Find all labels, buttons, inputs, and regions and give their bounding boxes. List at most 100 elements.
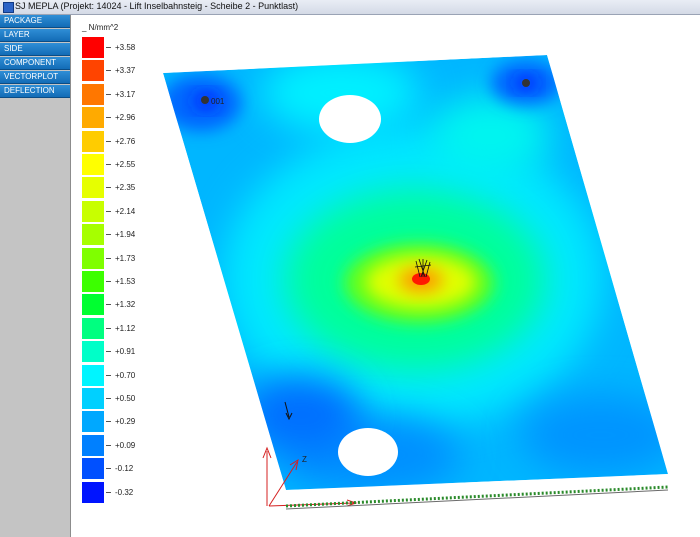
- legend-color-swatch: [82, 60, 104, 82]
- legend-tick: [106, 351, 111, 353]
- legend-color-swatch: [82, 388, 104, 409]
- legend-color-swatch: [82, 271, 104, 292]
- legend-value: +0.09: [115, 440, 136, 450]
- legend-value: +3.17: [115, 89, 136, 99]
- legend-color-swatch: [82, 107, 104, 129]
- legend-tick: [106, 421, 111, 423]
- legend-color-swatch: [82, 411, 104, 433]
- legend-value: +0.91: [115, 347, 136, 357]
- axis-label-z: Z: [302, 455, 307, 464]
- legend-tick: [106, 117, 111, 119]
- menu-package-button[interactable]: PACKAGE: [0, 15, 70, 28]
- legend-color-swatch: [82, 317, 104, 339]
- legend-tick: [106, 444, 111, 446]
- legend-value: +2.76: [115, 136, 136, 146]
- menu-vectorplot-button[interactable]: VECTORPLOT: [0, 71, 70, 84]
- legend-tick: [106, 47, 111, 48]
- plot-viewport[interactable]: 001 Z _ N/mm^2 +3.58 +3.37 +3.17 +2.96 +2.76…: [71, 15, 700, 537]
- legend-tick: [106, 257, 111, 259]
- legend-tick: [106, 93, 111, 95]
- legend-color-swatch: [82, 294, 104, 316]
- legend-color-swatch: [82, 458, 104, 480]
- legend-value: +0.70: [115, 370, 136, 380]
- legend-color-swatch: [82, 83, 104, 105]
- support-label: 001: [211, 97, 225, 106]
- legend-tick: [106, 234, 111, 236]
- legend-value: +1.53: [115, 277, 136, 286]
- window-title: SJ MEPLA (Projekt: 14024 - Lift Inselbah…: [15, 1, 299, 11]
- legend-entry: +2.96: [82, 107, 172, 129]
- sidebar: PACKAGE LAYER SIDE COMPONENT VECTORPLOT …: [0, 15, 71, 537]
- legend-entry: +1.94: [82, 224, 172, 246]
- menu-deflection-button[interactable]: DEFLECTION: [0, 85, 70, 98]
- legend-tick: [106, 281, 111, 282]
- legend-entry: +2.55: [82, 154, 172, 175]
- legend-entry: +1.12: [82, 317, 172, 339]
- legend-value: +1.12: [115, 323, 136, 333]
- legend-value: +1.32: [115, 300, 136, 310]
- menu-component-button[interactable]: COMPONENT: [0, 57, 70, 70]
- legend-color-swatch: [82, 177, 104, 199]
- legend-color-swatch: [82, 200, 104, 222]
- legend-color-swatch: [82, 224, 104, 246]
- legend-tick: [106, 327, 111, 329]
- bottom-edge-line: [285, 489, 669, 510]
- legend-value: +3.37: [115, 66, 136, 76]
- legend-value: +3.58: [115, 43, 136, 52]
- legend-entry: +0.50: [82, 388, 172, 409]
- legend-entry: +2.76: [82, 130, 172, 152]
- legend-color-swatch: [82, 130, 104, 152]
- legend-entry: -0.32: [82, 481, 172, 503]
- plate-stress-field: [163, 55, 668, 490]
- legend-tick: [106, 140, 111, 142]
- menu-side-button[interactable]: SIDE: [0, 43, 70, 56]
- legend-entry: +0.91: [82, 341, 172, 363]
- legend-value: -0.12: [115, 464, 134, 474]
- legend-entry: -0.12: [82, 458, 172, 480]
- legend-color-swatch: [82, 247, 104, 269]
- legend-value: -0.32: [115, 487, 134, 497]
- legend-entry: +1.32: [82, 294, 172, 316]
- legend-value: +1.73: [115, 253, 136, 263]
- legend-color-swatch: [82, 154, 104, 175]
- legend-entry: +0.09: [82, 434, 172, 456]
- legend-entry: +3.58: [82, 37, 172, 58]
- legend-value: +2.55: [115, 160, 136, 169]
- legend-entry: +3.37: [82, 60, 172, 82]
- legend-tick: [106, 304, 111, 306]
- legend-value: +2.14: [115, 206, 136, 216]
- plate-hole-bottom: [338, 428, 398, 476]
- bottom-edge-support: [285, 485, 669, 508]
- legend-unit-label: _ N/mm^2: [82, 23, 119, 32]
- legend-color-swatch: [82, 341, 104, 363]
- menu-layer-button[interactable]: LAYER: [0, 29, 70, 42]
- legend-entry: +0.70: [82, 364, 172, 386]
- legend-entry: +1.73: [82, 247, 172, 269]
- plate-hole-top: [319, 95, 381, 143]
- legend-value: +0.29: [115, 417, 136, 427]
- legend-tick: [106, 187, 111, 189]
- point-support-top-right: [522, 79, 530, 87]
- legend-color-swatch: [82, 434, 104, 456]
- legend-tick: [106, 491, 111, 493]
- point-support-top-left: [201, 96, 209, 104]
- legend-color-swatch: [82, 37, 104, 58]
- legend-value: +2.96: [115, 113, 136, 123]
- legend-value: +2.35: [115, 183, 136, 193]
- legend-tick: [106, 70, 111, 72]
- legend-tick: [106, 374, 111, 376]
- title-bar: SJ MEPLA (Projekt: 14024 - Lift Inselbah…: [0, 0, 700, 15]
- legend-entry: +3.17: [82, 83, 172, 105]
- legend-entry: +0.29: [82, 411, 172, 433]
- legend-color-swatch: [82, 364, 104, 386]
- legend-tick: [106, 468, 111, 470]
- app-icon: [3, 2, 14, 13]
- legend-entry: +1.53: [82, 271, 172, 292]
- legend-tick: [106, 398, 111, 399]
- legend-tick: [106, 210, 111, 212]
- legend-value: +1.94: [115, 230, 136, 240]
- legend-entry: +2.14: [82, 200, 172, 222]
- legend-value: +0.50: [115, 394, 136, 403]
- legend-tick: [106, 164, 111, 165]
- legend-color-swatch: [82, 481, 104, 503]
